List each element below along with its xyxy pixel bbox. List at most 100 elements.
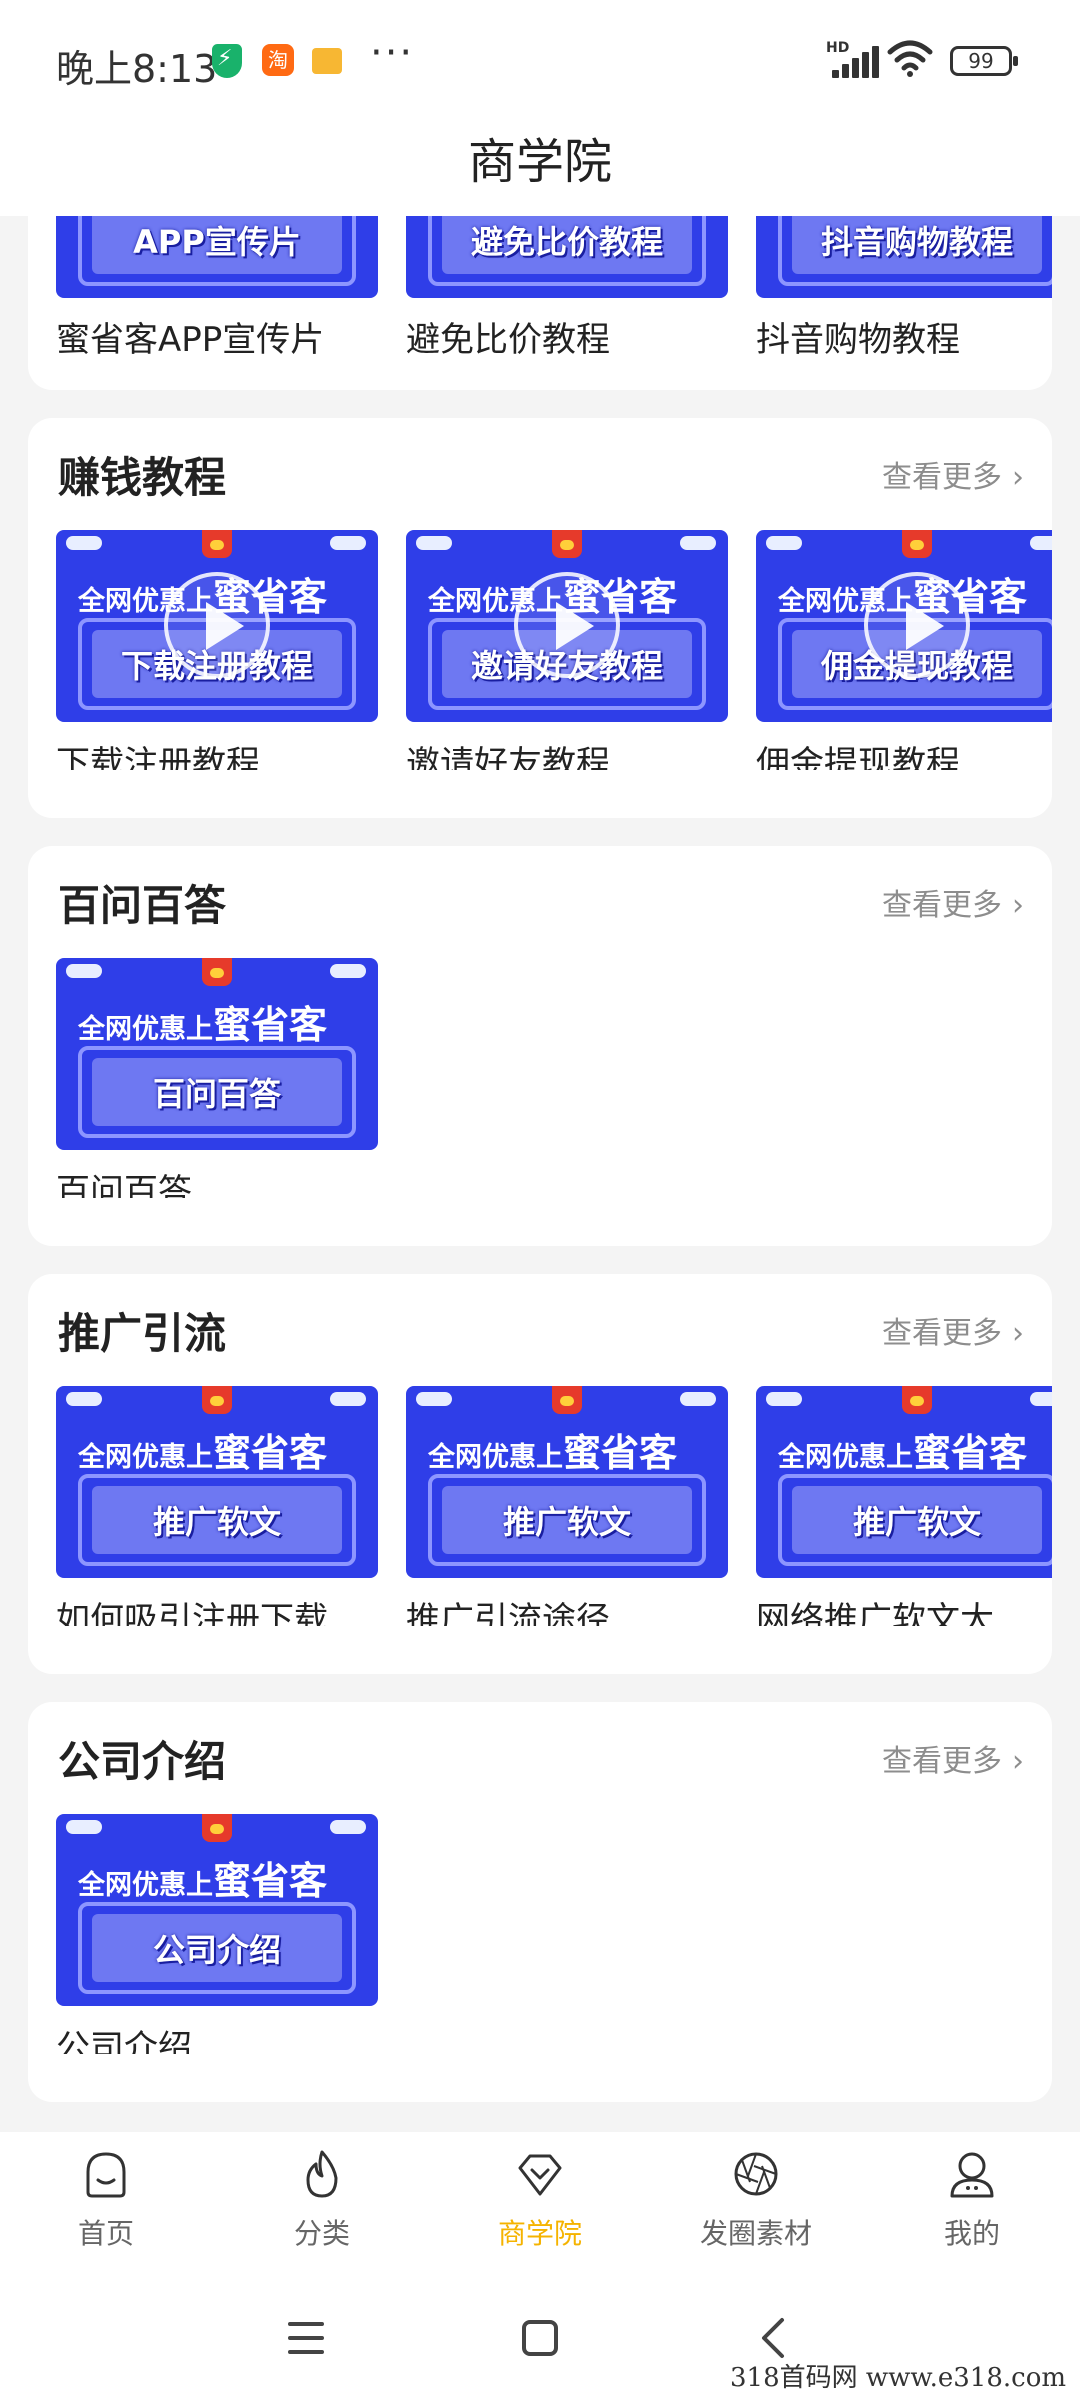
thumb-inner-frame: 推广软文 [78,1474,356,1566]
cloud-decoration [66,964,102,978]
tutorial-item[interactable]: 全网优惠上蜜省客 公司介绍 公司介绍 [56,1814,378,2054]
thumb-caption: 公司介绍 [152,1931,281,1969]
banner-prefix: 全网优惠上 [78,1014,213,1045]
view-more-label: 查看更多 [882,460,1002,495]
profile-icon [950,2152,994,2198]
banner-prefix: 全网优惠上 [428,1442,563,1473]
view-more-link[interactable]: 查看更多 › [882,1736,1024,1780]
view-more-label: 查看更多 [882,1316,1002,1351]
banner-brand: 蜜省客 [213,1431,328,1475]
tutorial-thumbnail[interactable]: 全网优惠上蜜省客 佣金提现教程 [756,530,1052,722]
brand-logo-icon [202,958,232,986]
view-more-label: 查看更多 [882,888,1002,923]
cloud-decoration [66,1820,102,1834]
banner-brand: 蜜省客 [913,1431,1028,1475]
play-icon[interactable] [164,572,270,678]
view-more-link[interactable]: 查看更多 › [882,1308,1024,1352]
tab-share-materials[interactable]: 发圈素材 [666,2146,846,2252]
brand-logo-icon [552,1386,582,1414]
tab-category[interactable]: 分类 [232,2146,412,2252]
tutorial-thumbnail[interactable]: 全网优惠上蜜省客 推广软文 [56,1386,378,1578]
tab-business-school[interactable]: 商学院 [450,2146,630,2252]
tutorial-item[interactable]: 避免比价教程 避免比价教程 [406,216,728,361]
message-icon [312,48,342,74]
tutorial-thumbnail[interactable]: 全网优惠上蜜省客 百问百答 [56,958,378,1150]
thumb-banner: 全网优惠上蜜省客 [78,994,327,1049]
page-title: 商学院 [467,134,612,190]
home-square-icon[interactable] [510,2308,570,2368]
tutorial-item[interactable]: 全网优惠上蜜省客 佣金提现教程 佣金提现教程 [756,530,1052,770]
flame-icon [306,2150,338,2198]
tutorial-title: 如何吸引注册下载 [56,1600,328,1626]
cloud-decoration [416,1392,452,1406]
menu-icon[interactable] [276,2308,336,2368]
tutorial-item[interactable]: 全网优惠上蜜省客 邀请好友教程 邀请好友教程 [406,530,728,770]
wifi-icon [887,40,933,77]
view-more-label: 查看更多 [882,1744,1002,1779]
tab-label: 发圈素材 [699,2217,812,2250]
section-card-earn: 赚钱教程 查看更多 › 全网优惠上蜜省客 下载注册教程 下载注册教程 全网优惠上蜜… [28,418,1052,818]
tutorial-item[interactable]: 全网优惠上蜜省客 推广软文 网络推广软文大. [756,1386,1052,1626]
cloud-decoration [416,536,452,550]
chevron-right-icon: › [1012,1316,1024,1351]
section-card-promotion: 推广引流 查看更多 › 全网优惠上蜜省客 推广软文 如何吸引注册下载 全网优惠上蜜… [28,1274,1052,1674]
cloud-decoration [1030,536,1052,550]
thumb-inner-frame: 抖音购物教程 [778,216,1052,286]
tab-home[interactable]: 首页 [16,2146,196,2252]
bottom-tab-bar: 首页 分类 商学院 发圈素材 我的 [0,2132,1080,2280]
tutorial-thumbnail[interactable]: 全网优惠上蜜省客 推广软文 [406,1386,728,1578]
section-card-faq: 百问百答 查看更多 › 全网优惠上蜜省客 百问百答 百问百答 [28,846,1052,1246]
brand-logo-icon [202,530,232,558]
thumb-row: 全网优惠上蜜省客 百问百答 百问百答 [56,958,1052,1198]
tutorial-item[interactable]: 全网优惠上蜜省客 推广软文 推广引流途径 [406,1386,728,1626]
view-more-link[interactable]: 查看更多 › [882,452,1024,496]
tutorial-thumbnail[interactable]: 抖音购物教程 [756,216,1052,298]
security-shield-icon [212,44,242,78]
view-more-link[interactable]: 查看更多 › [882,880,1024,924]
cloud-decoration [330,536,366,550]
tutorial-title: 抖音购物教程 [756,320,960,360]
status-time: 晚上8:13 [56,47,218,91]
tutorial-thumbnail[interactable]: 避免比价教程 [406,216,728,298]
content-scroll[interactable]: APP宣传片 蜜省客APP宣传片 避免比价教程 避免比价教程 抖音购物教程 抖音… [0,216,1080,2132]
battery-icon: 99 [950,46,1018,76]
signal-icon [830,46,879,78]
tutorial-title: 佣金提现教程 [756,744,960,770]
chevron-right-icon: › [1012,1744,1024,1779]
tutorial-title: 网络推广软文大. [756,1600,1005,1626]
tutorial-thumbnail[interactable]: 全网优惠上蜜省客 公司介绍 [56,1814,378,2006]
cloud-decoration [680,1392,716,1406]
play-icon[interactable] [864,572,970,678]
play-icon[interactable] [514,572,620,678]
tutorial-thumbnail[interactable]: 全网优惠上蜜省客 下载注册教程 [56,530,378,722]
tab-label: 分类 [293,2217,350,2250]
diamond-icon [518,2154,562,2196]
thumb-caption: 推广软文 [852,1503,981,1541]
tutorial-thumbnail[interactable]: 全网优惠上蜜省客 推广软文 [756,1386,1052,1578]
cloud-decoration [330,1820,366,1834]
thumb-row: 全网优惠上蜜省客 推广软文 如何吸引注册下载 全网优惠上蜜省客 推广软文 推广引… [56,1386,1052,1626]
banner-prefix: 全网优惠上 [78,1870,213,1901]
tutorial-item[interactable]: 全网优惠上蜜省客 百问百答 百问百答 [56,958,378,1198]
tutorial-title: 蜜省客APP宣传片 [56,320,325,360]
tab-profile[interactable]: 我的 [882,2146,1062,2252]
chevron-right-icon: › [1012,460,1024,495]
tutorial-item[interactable]: 全网优惠上蜜省客 推广软文 如何吸引注册下载 [56,1386,378,1626]
tutorial-item[interactable]: 抖音购物教程 抖音购物教程 [756,216,1052,361]
tutorial-title: 邀请好友教程 [406,744,610,770]
status-bar: 晚上8:13 淘 ··· HD 99 [0,0,1080,124]
thumb-caption: APP宣传片 [133,223,301,261]
tutorial-item[interactable]: APP宣传片 蜜省客APP宣传片 [56,216,378,361]
brand-logo-icon [202,1386,232,1414]
thumb-row: 全网优惠上蜜省客 公司介绍 公司介绍 [56,1814,1052,2054]
thumb-banner: 全网优惠上蜜省客 [428,1422,677,1477]
tutorial-item[interactable]: 全网优惠上蜜省客 下载注册教程 下载注册教程 [56,530,378,770]
cloud-decoration [680,536,716,550]
thumb-inner-frame: APP宣传片 [78,216,356,286]
tutorial-title: 百问百答 [56,1172,192,1198]
tutorial-thumbnail[interactable]: APP宣传片 [56,216,378,298]
system-nav-bar: 318首码网 www.e318.com [0,2280,1080,2400]
tutorial-thumbnail[interactable]: 全网优惠上蜜省客 邀请好友教程 [406,530,728,722]
banner-brand: 蜜省客 [213,1003,328,1047]
top-bar: 晚上8:13 淘 ··· HD 99 商学院 [0,0,1080,216]
